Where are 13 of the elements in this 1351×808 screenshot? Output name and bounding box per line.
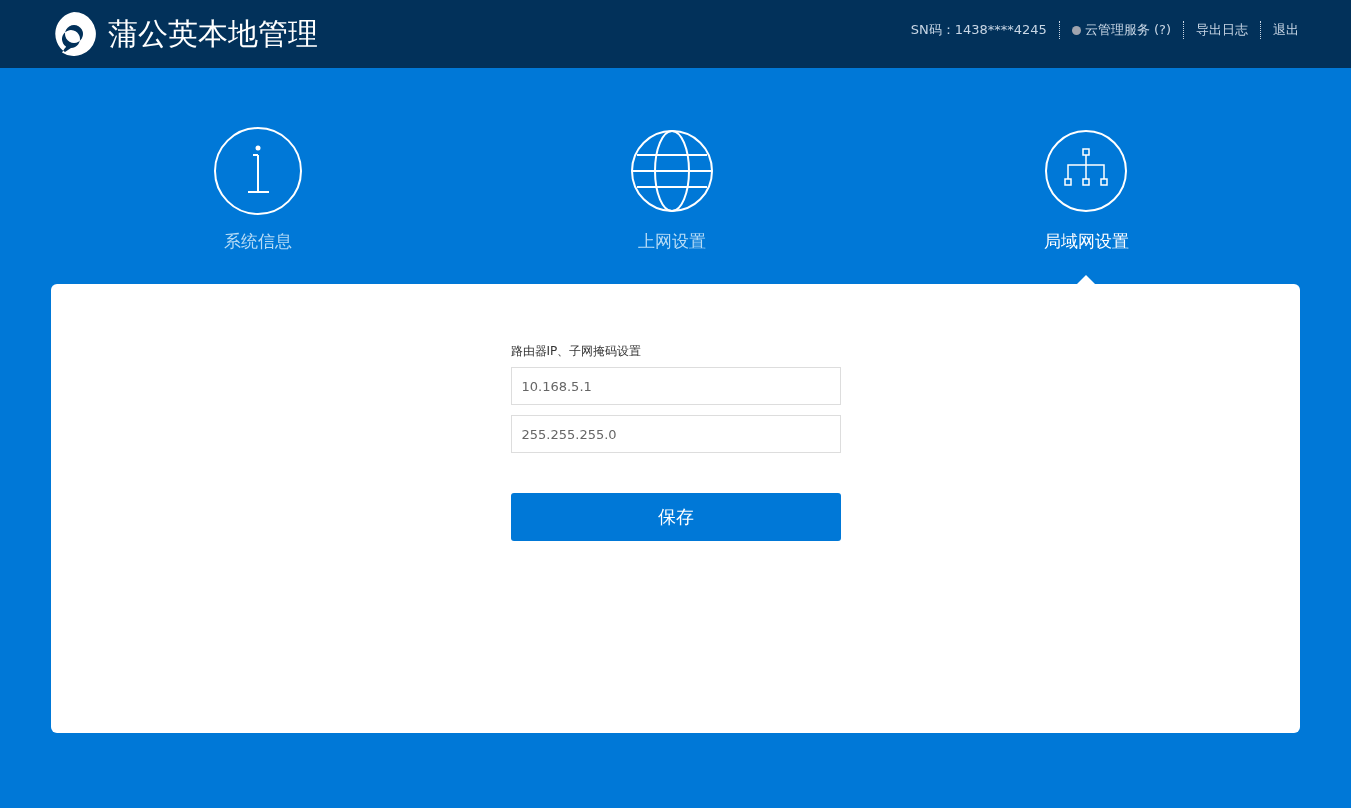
input-field[interactable]: 10.168.5.1 <box>510 367 841 405</box>
logo-icon <box>52 12 96 56</box>
serial-number: SN码：1438****4245 <box>910 21 1047 39</box>
header-link[interactable]: 退出 <box>1273 21 1299 39</box>
app-title: 蒲公英本地管理 <box>108 14 318 53</box>
save-button[interactable]: 保存 <box>510 493 841 541</box>
nav-tab[interactable]: 系统信息 <box>51 126 465 284</box>
field-label: 路由器IP、子网掩码设置 <box>510 343 643 360</box>
header-link[interactable]: 导出日志 <box>1196 21 1248 39</box>
nav-tab[interactable]: 上网设置 <box>465 126 879 284</box>
cloud-service-link[interactable]: 云管理服务 (?) <box>1084 21 1171 39</box>
info-icon <box>213 126 303 216</box>
input-field[interactable]: 255.255.255.0 <box>510 415 841 453</box>
